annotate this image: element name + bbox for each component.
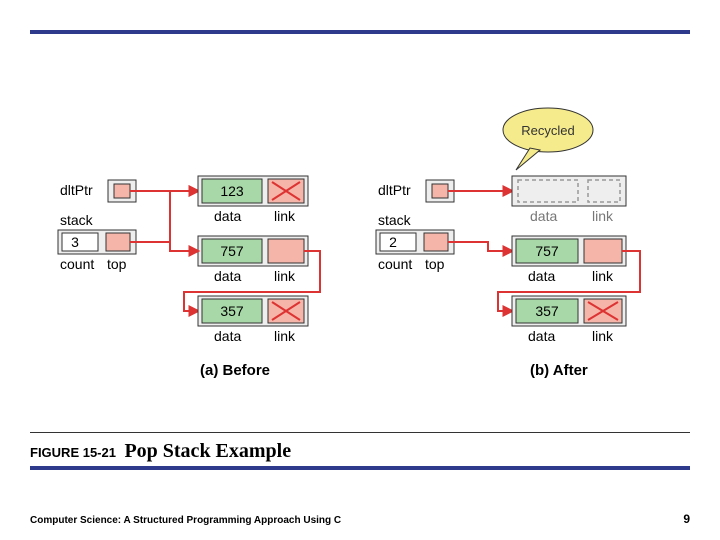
footer-text: Computer Science: A Structured Programmi… xyxy=(30,515,341,526)
recycled-text: Recycled xyxy=(521,123,574,138)
arrow-top-to-node-after xyxy=(448,242,512,251)
node757-link-label: link xyxy=(592,268,614,284)
top-box-after xyxy=(424,233,448,251)
arrow-to-node2-before xyxy=(170,242,198,251)
node357-link-label: link xyxy=(592,328,614,344)
node3-data-label: data xyxy=(214,328,241,344)
stack-label-after: stack xyxy=(378,212,412,228)
top-box-before xyxy=(106,233,130,251)
dltptr-label-before: dltPtr xyxy=(60,182,93,198)
node357-data-label: data xyxy=(528,328,555,344)
caption-before: (a) Before xyxy=(200,362,270,379)
recycled-bubble-tail xyxy=(516,148,540,170)
figure-caption: FIGURE 15-21 Pop Stack Example xyxy=(30,440,291,463)
page-number: 9 xyxy=(683,512,690,526)
deleted-link-label: link xyxy=(592,208,614,224)
dltptr-ptr-before xyxy=(114,184,130,198)
stack-label-before: stack xyxy=(60,212,94,228)
dltptr-ptr-after xyxy=(432,184,448,198)
top-label-before: top xyxy=(107,256,127,272)
count-box-before xyxy=(62,233,98,251)
node3-value-before: 357 xyxy=(220,303,244,319)
node757-value-after: 757 xyxy=(535,243,559,259)
figure-title: Pop Stack Example xyxy=(124,440,291,462)
node2-link-label: link xyxy=(274,268,296,284)
count-label-before: count xyxy=(60,256,94,272)
count-value-before: 3 xyxy=(71,234,79,250)
node2-link-before xyxy=(268,239,304,263)
node1-link-label: link xyxy=(274,208,296,224)
count-value-after: 2 xyxy=(389,234,397,250)
node757-data-label: data xyxy=(528,268,555,284)
node357-value-after: 357 xyxy=(535,303,559,319)
dltptr-label-after: dltPtr xyxy=(378,182,411,198)
count-label-after: count xyxy=(378,256,412,272)
arrow-top-to-node1-before xyxy=(130,191,198,242)
figure-number: FIGURE 15-21 xyxy=(30,445,116,460)
node2-data-label: data xyxy=(214,268,241,284)
count-box-after xyxy=(380,233,416,251)
node1-data-label: data xyxy=(214,208,241,224)
node757-link-after xyxy=(584,239,622,263)
node2-value-before: 757 xyxy=(220,243,244,259)
deleted-data-label: data xyxy=(530,208,557,224)
node3-link-label: link xyxy=(274,328,296,344)
node1-value-before: 123 xyxy=(220,183,244,199)
top-label-after: top xyxy=(425,256,445,272)
caption-after: (b) After xyxy=(530,362,588,379)
